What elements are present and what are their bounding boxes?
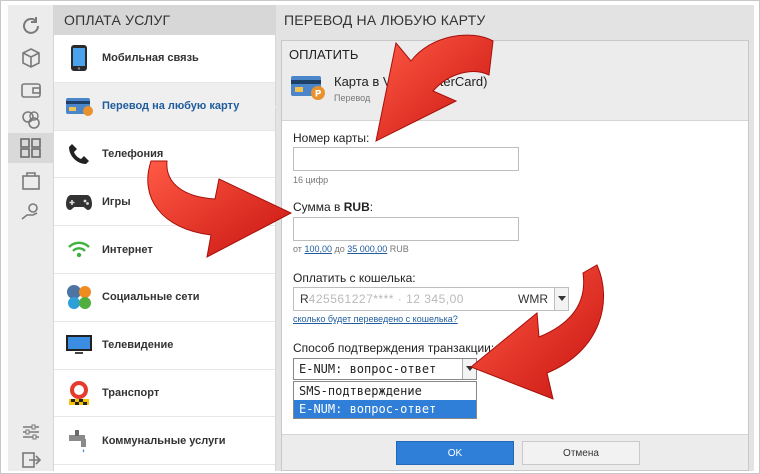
hand-coin-icon[interactable] bbox=[16, 197, 46, 227]
service-social[interactable]: Социальные сети bbox=[54, 274, 275, 322]
sliders-settings-icon[interactable] bbox=[16, 417, 46, 447]
logout-icon[interactable] bbox=[16, 445, 46, 473]
payment-dialog: ОПЛАТИТЬ P Карта в Visa, MasterCard) Пер… bbox=[281, 40, 749, 471]
dialog-title: ОПЛАТИТЬ bbox=[289, 47, 359, 62]
card-number-input[interactable] bbox=[293, 147, 519, 171]
panel-header: ПЕРЕВОД НА ЛЮБУЮ КАРТУ bbox=[284, 12, 486, 28]
services-header: ОПЛАТА УСЛУГ bbox=[54, 5, 275, 35]
service-label: Перевод на любую карту bbox=[102, 100, 240, 113]
service-transport[interactable]: Транспорт bbox=[54, 370, 275, 418]
ok-button[interactable]: OK bbox=[396, 441, 514, 465]
service-tv[interactable]: Телевидение bbox=[54, 322, 275, 370]
wifi-icon bbox=[64, 235, 94, 265]
telephone-handset-icon bbox=[64, 139, 94, 169]
dialog-footer: OK Отмена bbox=[282, 434, 748, 470]
coins-icon[interactable] bbox=[16, 105, 46, 135]
services-list: ОПЛАТА УСЛУГ Мобильная связь Перевод на … bbox=[54, 5, 284, 471]
chevron-down-icon[interactable] bbox=[462, 359, 476, 379]
tv-icon bbox=[64, 330, 94, 360]
card-service-title: Карта в Visa, MasterCard) bbox=[334, 74, 488, 89]
service-telephony[interactable]: Телефония bbox=[54, 131, 275, 179]
confirm-method-select[interactable]: E-NUM: вопрос-ответ bbox=[293, 358, 477, 380]
dialog-header: ОПЛАТИТЬ P Карта в Visa, MasterCard) Пер… bbox=[282, 41, 748, 121]
confirm-selected-value: E-NUM: вопрос-ответ bbox=[299, 362, 437, 376]
bank-card-icon bbox=[64, 91, 94, 121]
amount-input[interactable] bbox=[293, 217, 519, 241]
service-label: Транспорт bbox=[102, 386, 160, 399]
service-label: Коммунальные услуги bbox=[102, 434, 226, 447]
card-service-subtitle: Перевод bbox=[334, 93, 371, 103]
service-mobile[interactable]: Мобильная связь bbox=[54, 35, 275, 83]
amount-hint: от 100,00 до 35 000,00 RUB bbox=[293, 244, 409, 254]
amount-label: Сумма в RUB: bbox=[293, 200, 374, 214]
wallet-select[interactable]: R425561227**** · 12 345,00 WMR bbox=[293, 287, 569, 311]
service-label: Игры bbox=[102, 195, 131, 208]
service-label: Социальные сети bbox=[102, 291, 200, 304]
icon-rail bbox=[8, 5, 54, 471]
service-utilities[interactable]: Коммунальные услуги bbox=[54, 417, 275, 466]
wallet-currency: WMR bbox=[518, 292, 548, 306]
wallet-prefix: R bbox=[300, 292, 309, 306]
currency-code: RUB bbox=[343, 200, 370, 214]
confirm-method-label: Способ подтверждения транзакции: bbox=[293, 341, 495, 355]
chevron-down-icon[interactable] bbox=[554, 288, 568, 310]
wallet-hidden-value: 425561227**** · 12 345,00 bbox=[308, 292, 464, 306]
card-number-label: Номер карты: bbox=[293, 131, 370, 145]
gamepad-icon bbox=[64, 187, 94, 217]
transfer-panel: ПЕРЕВОД НА ЛЮБУЮ КАРТУ ОПЛАТИТЬ P Карта … bbox=[276, 5, 754, 471]
service-label: Телевидение bbox=[102, 339, 174, 352]
package-icon[interactable] bbox=[16, 43, 46, 73]
service-internet[interactable]: Интернет bbox=[54, 226, 275, 274]
social-networks-icon bbox=[64, 282, 94, 312]
wallet-label: Оплатить с кошелька: bbox=[293, 271, 416, 285]
service-label: Телефония bbox=[102, 147, 164, 160]
faucet-icon bbox=[64, 426, 94, 456]
cancel-button[interactable]: Отмена bbox=[522, 441, 640, 465]
taxi-icon bbox=[64, 378, 94, 408]
wallet-icon[interactable] bbox=[16, 75, 46, 105]
service-games[interactable]: Игры bbox=[54, 178, 275, 227]
mobile-phone-icon bbox=[64, 43, 94, 73]
option-sms[interactable]: SMS-подтверждение bbox=[294, 382, 476, 400]
bank-card-icon: P bbox=[290, 72, 326, 107]
svg-text:P: P bbox=[315, 90, 322, 100]
service-card-transfer[interactable]: Перевод на любую карту bbox=[54, 82, 284, 131]
refresh-icon[interactable] bbox=[16, 11, 46, 41]
option-enum[interactable]: E-NUM: вопрос-ответ bbox=[294, 400, 476, 418]
services-grid-icon[interactable] bbox=[8, 133, 54, 163]
confirm-method-dropdown: SMS-подтверждение E-NUM: вопрос-ответ bbox=[293, 381, 477, 419]
max-amount-link[interactable]: 35 000,00 bbox=[347, 244, 387, 254]
min-amount-link[interactable]: 100,00 bbox=[304, 244, 332, 254]
service-label: Интернет bbox=[102, 243, 153, 256]
transfer-amount-link[interactable]: сколько будет переведено с кошелька? bbox=[293, 314, 458, 324]
app-window: ОПЛАТА УСЛУГ Мобильная связь Перевод на … bbox=[0, 0, 760, 474]
card-number-hint: 16 цифр bbox=[293, 175, 329, 185]
shopping-bag-icon[interactable] bbox=[16, 165, 46, 195]
service-label: Мобильная связь bbox=[102, 52, 199, 65]
